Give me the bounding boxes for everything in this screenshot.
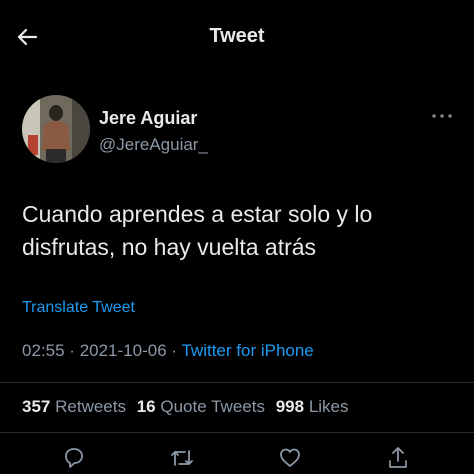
- avatar[interactable]: [22, 95, 90, 163]
- action-bar: [0, 443, 474, 474]
- likes-label: Likes: [308, 397, 349, 416]
- author-name[interactable]: Jere Aguiar: [99, 108, 197, 129]
- more-options-button[interactable]: [428, 106, 456, 126]
- tweet-text: Cuando aprendes a estar solo y lo disfru…: [22, 201, 373, 260]
- retweets-label: Retweets: [55, 397, 126, 416]
- tweet-time[interactable]: 02:55: [22, 341, 65, 360]
- like-button[interactable]: [273, 445, 307, 473]
- tweet-date[interactable]: 2021-10-06: [80, 341, 167, 360]
- tweet-metadata: 02:55 · 2021-10-06 · Twitter for iPhone: [22, 341, 314, 361]
- page-title: Tweet: [209, 25, 265, 47]
- like-icon: [280, 448, 300, 467]
- quote-tweets-label: Quote Tweets: [160, 397, 265, 416]
- meta-separator: ·: [69, 341, 75, 360]
- retweet-icon: [171, 450, 193, 466]
- tweet-stats: 357 Retweets 16 Quote Tweets 998 Likes: [22, 397, 355, 417]
- tweet-source[interactable]: Twitter for iPhone: [181, 341, 313, 360]
- retweets-stat[interactable]: 357 Retweets: [22, 397, 126, 416]
- reply-icon: [65, 448, 83, 468]
- divider: [0, 382, 474, 383]
- retweet-button[interactable]: [165, 445, 199, 473]
- translate-tweet-link[interactable]: Translate Tweet: [22, 299, 135, 317]
- quote-tweets-stat[interactable]: 16 Quote Tweets: [137, 397, 265, 416]
- more-dots-icon: [432, 114, 452, 118]
- quote-tweets-count: 16: [136, 397, 156, 416]
- share-button[interactable]: [381, 445, 415, 473]
- avatar-image: [22, 95, 90, 163]
- author-handle[interactable]: @JereAguiar_: [99, 135, 208, 155]
- divider: [0, 432, 474, 433]
- share-icon: [389, 447, 407, 468]
- likes-stat[interactable]: 998 Likes: [276, 397, 349, 416]
- retweets-count: 357: [22, 397, 51, 416]
- reply-button[interactable]: [57, 445, 91, 473]
- top-bar: Tweet: [0, 0, 474, 74]
- likes-count: 998: [275, 397, 305, 416]
- meta-separator: ·: [171, 341, 178, 360]
